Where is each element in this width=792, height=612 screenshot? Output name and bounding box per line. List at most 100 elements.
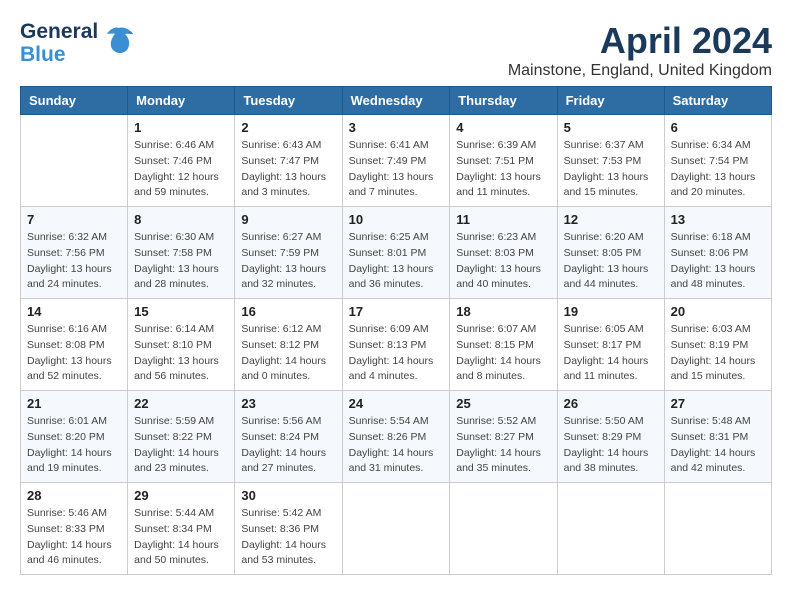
- logo-general-text: General: [20, 20, 98, 43]
- date-number: 4: [456, 120, 550, 135]
- calendar-cell: [664, 483, 771, 575]
- calendar-cell: 30 Sunrise: 5:42 AMSunset: 8:36 PMDayligh…: [235, 483, 342, 575]
- cell-info: Sunrise: 6:46 AMSunset: 7:46 PMDaylight:…: [134, 138, 228, 201]
- calendar-cell: 18Sunrise: 6:07 AMSunset: 8:15 PMDayligh…: [450, 299, 557, 391]
- cell-info: Sunrise: 5:42 AMSunset: 8:36 PMDaylight:…: [241, 506, 335, 569]
- date-number: 27: [671, 396, 765, 411]
- calendar-cell: 21 Sunrise: 6:01 AMSunset: 8:20 PMDayligh…: [21, 391, 128, 483]
- cell-info: Sunrise: 6:03 AMSunset: 8:19 PMDaylight:…: [671, 322, 765, 385]
- cell-info: Sunrise: 6:43 AMSunset: 7:47 PMDaylight:…: [241, 138, 335, 201]
- cell-info: Sunrise: 6:01 AMSunset: 8:20 PMDaylight:…: [27, 414, 121, 477]
- date-number: 2: [241, 120, 335, 135]
- date-number: 10: [349, 212, 444, 227]
- date-number: 30: [241, 488, 335, 503]
- week-row-4: 21 Sunrise: 6:01 AMSunset: 8:20 PMDayligh…: [21, 391, 772, 483]
- week-row-2: 7 Sunrise: 6:32 AMSunset: 7:56 PMDaylight…: [21, 207, 772, 299]
- date-number: 7: [27, 212, 121, 227]
- title-block: April 2024 Mainstone, England, United Ki…: [508, 20, 772, 80]
- date-number: 1: [134, 120, 228, 135]
- calendar-cell: 9 Sunrise: 6:27 AMSunset: 7:59 PMDaylight…: [235, 207, 342, 299]
- calendar-cell: 6Sunrise: 6:34 AMSunset: 7:54 PMDaylight…: [664, 115, 771, 207]
- cell-info: Sunrise: 6:16 AMSunset: 8:08 PMDaylight:…: [27, 322, 121, 385]
- cell-info: Sunrise: 5:56 AMSunset: 8:24 PMDaylight:…: [241, 414, 335, 477]
- calendar-cell: [557, 483, 664, 575]
- cell-info: Sunrise: 5:48 AMSunset: 8:31 PMDaylight:…: [671, 414, 765, 477]
- calendar-cell: 11Sunrise: 6:23 AMSunset: 8:03 PMDayligh…: [450, 207, 557, 299]
- calendar-cell: 4 Sunrise: 6:39 AMSunset: 7:51 PMDaylight…: [450, 115, 557, 207]
- logo-bird-icon: [103, 24, 135, 64]
- calendar-table: SundayMondayTuesdayWednesdayThursdayFrid…: [20, 86, 772, 575]
- calendar-cell: 17Sunrise: 6:09 AMSunset: 8:13 PMDayligh…: [342, 299, 450, 391]
- cell-info: Sunrise: 5:59 AMSunset: 8:22 PMDaylight:…: [134, 414, 228, 477]
- calendar-cell: 2 Sunrise: 6:43 AMSunset: 7:47 PMDaylight…: [235, 115, 342, 207]
- calendar-cell: 14 Sunrise: 6:16 AMSunset: 8:08 PMDayligh…: [21, 299, 128, 391]
- cell-info: Sunrise: 5:52 AMSunset: 8:27 PMDaylight:…: [456, 414, 550, 477]
- cell-info: Sunrise: 5:54 AMSunset: 8:26 PMDaylight:…: [349, 414, 444, 477]
- calendar-cell: 20Sunrise: 6:03 AMSunset: 8:19 PMDayligh…: [664, 299, 771, 391]
- calendar-cell: 22 Sunrise: 5:59 AMSunset: 8:22 PMDayligh…: [128, 391, 235, 483]
- date-number: 12: [564, 212, 658, 227]
- cell-info: Sunrise: 6:37 AMSunset: 7:53 PMDaylight:…: [564, 138, 658, 201]
- date-number: 5: [564, 120, 658, 135]
- cell-info: Sunrise: 6:23 AMSunset: 8:03 PMDaylight:…: [456, 230, 550, 293]
- date-number: 3: [349, 120, 444, 135]
- date-number: 14: [27, 304, 121, 319]
- date-number: 22: [134, 396, 228, 411]
- calendar-cell: 19 Sunrise: 6:05 AMSunset: 8:17 PMDayligh…: [557, 299, 664, 391]
- cell-info: Sunrise: 6:32 AMSunset: 7:56 PMDaylight:…: [27, 230, 121, 293]
- calendar-cell: 27 Sunrise: 5:48 AMSunset: 8:31 PMDayligh…: [664, 391, 771, 483]
- calendar-cell: 7 Sunrise: 6:32 AMSunset: 7:56 PMDaylight…: [21, 207, 128, 299]
- cell-info: Sunrise: 6:18 AMSunset: 8:06 PMDaylight:…: [671, 230, 765, 293]
- calendar-cell: 3 Sunrise: 6:41 AMSunset: 7:49 PMDaylight…: [342, 115, 450, 207]
- date-number: 9: [241, 212, 335, 227]
- calendar-cell: 26 Sunrise: 5:50 AMSunset: 8:29 PMDayligh…: [557, 391, 664, 483]
- cell-info: Sunrise: 6:41 AMSunset: 7:49 PMDaylight:…: [349, 138, 444, 201]
- calendar-cell: 28 Sunrise: 5:46 AMSunset: 8:33 PMDayligh…: [21, 483, 128, 575]
- cell-info: Sunrise: 6:05 AMSunset: 8:17 PMDaylight:…: [564, 322, 658, 385]
- day-header-tuesday: Tuesday: [235, 87, 342, 115]
- calendar-cell: [342, 483, 450, 575]
- date-number: 19: [564, 304, 658, 319]
- date-number: 8: [134, 212, 228, 227]
- calendar-cell: 24 Sunrise: 5:54 AMSunset: 8:26 PMDayligh…: [342, 391, 450, 483]
- day-header-thursday: Thursday: [450, 87, 557, 115]
- cell-info: Sunrise: 6:30 AMSunset: 7:58 PMDaylight:…: [134, 230, 228, 293]
- cell-info: Sunrise: 6:09 AMSunset: 8:13 PMDaylight:…: [349, 322, 444, 385]
- month-title: April 2024: [508, 20, 772, 62]
- calendar-cell: 29 Sunrise: 5:44 AMSunset: 8:34 PMDayligh…: [128, 483, 235, 575]
- date-number: 25: [456, 396, 550, 411]
- date-number: 15: [134, 304, 228, 319]
- date-number: 28: [27, 488, 121, 503]
- cell-info: Sunrise: 6:34 AMSunset: 7:54 PMDaylight:…: [671, 138, 765, 201]
- date-number: 26: [564, 396, 658, 411]
- calendar-cell: [21, 115, 128, 207]
- cell-info: Sunrise: 6:12 AMSunset: 8:12 PMDaylight:…: [241, 322, 335, 385]
- day-header-sunday: Sunday: [21, 87, 128, 115]
- cell-info: Sunrise: 6:25 AMSunset: 8:01 PMDaylight:…: [349, 230, 444, 293]
- day-header-friday: Friday: [557, 87, 664, 115]
- day-header-saturday: Saturday: [664, 87, 771, 115]
- day-header-monday: Monday: [128, 87, 235, 115]
- calendar-cell: [450, 483, 557, 575]
- cell-info: Sunrise: 6:39 AMSunset: 7:51 PMDaylight:…: [456, 138, 550, 201]
- date-number: 29: [134, 488, 228, 503]
- cell-info: Sunrise: 5:44 AMSunset: 8:34 PMDaylight:…: [134, 506, 228, 569]
- calendar-cell: 5 Sunrise: 6:37 AMSunset: 7:53 PMDaylight…: [557, 115, 664, 207]
- date-number: 13: [671, 212, 765, 227]
- calendar-cell: 15Sunrise: 6:14 AMSunset: 8:10 PMDayligh…: [128, 299, 235, 391]
- calendar-cell: 8 Sunrise: 6:30 AMSunset: 7:58 PMDaylight…: [128, 207, 235, 299]
- cell-info: Sunrise: 6:27 AMSunset: 7:59 PMDaylight:…: [241, 230, 335, 293]
- logo: General Blue: [20, 20, 135, 66]
- day-header-row: SundayMondayTuesdayWednesdayThursdayFrid…: [21, 87, 772, 115]
- cell-info: Sunrise: 5:50 AMSunset: 8:29 PMDaylight:…: [564, 414, 658, 477]
- cell-info: Sunrise: 6:20 AMSunset: 8:05 PMDaylight:…: [564, 230, 658, 293]
- day-header-wednesday: Wednesday: [342, 87, 450, 115]
- cell-info: Sunrise: 6:07 AMSunset: 8:15 PMDaylight:…: [456, 322, 550, 385]
- date-number: 24: [349, 396, 444, 411]
- date-number: 21: [27, 396, 121, 411]
- calendar-cell: 10 Sunrise: 6:25 AMSunset: 8:01 PMDayligh…: [342, 207, 450, 299]
- logo-blue-text: Blue: [20, 43, 98, 66]
- week-row-5: 28 Sunrise: 5:46 AMSunset: 8:33 PMDayligh…: [21, 483, 772, 575]
- calendar-cell: 25 Sunrise: 5:52 AMSunset: 8:27 PMDayligh…: [450, 391, 557, 483]
- cell-info: Sunrise: 5:46 AMSunset: 8:33 PMDaylight:…: [27, 506, 121, 569]
